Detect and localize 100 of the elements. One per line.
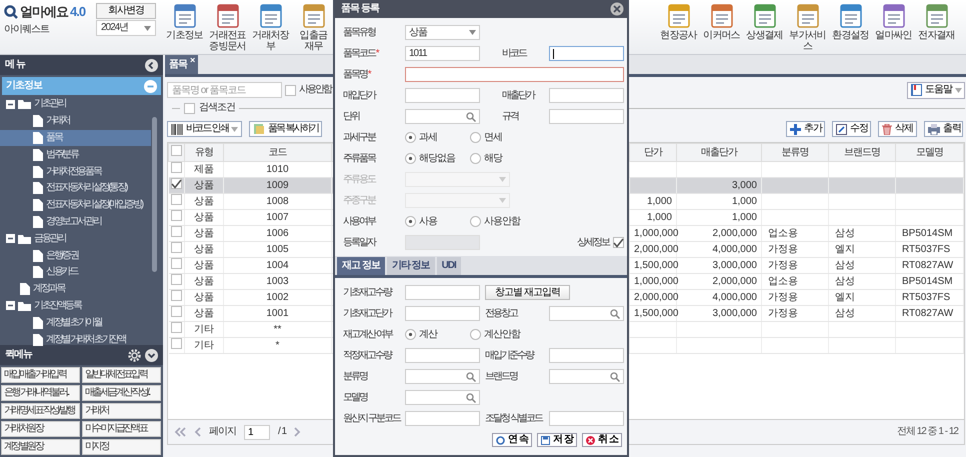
column-header[interactable]: 브랜드명 [828, 144, 896, 162]
radio-option[interactable]: 사용안함 [470, 216, 535, 228]
tab[interactable]: 품목 × [165, 55, 198, 74]
input-field[interactable] [405, 88, 480, 103]
radio-option[interactable]: 해당없음 [405, 152, 470, 164]
input-field[interactable] [405, 306, 480, 321]
toolbar-button[interactable]: 추 가 [786, 121, 825, 137]
tab[interactable]: 재고 정보 [337, 257, 385, 275]
radio-option[interactable]: 면세 [470, 132, 535, 144]
collapse-icon[interactable] [6, 301, 15, 310]
input-field[interactable] [405, 285, 480, 300]
checkbox[interactable] [171, 145, 182, 156]
checkbox[interactable] [170, 226, 182, 237]
checkbox[interactable] [170, 274, 182, 285]
previous-page-icon[interactable] [194, 427, 201, 437]
toolbar-button[interactable]: 상생결제 [743, 0, 786, 54]
radio-option[interactable]: 계산안함 [470, 328, 535, 340]
search-field[interactable] [405, 390, 480, 405]
quick-menu-button[interactable]: 계정별원장 [1, 439, 80, 455]
search-field[interactable] [549, 369, 624, 384]
radio-button[interactable] [405, 216, 416, 227]
tree-item[interactable]: 전표자동처리설정(통장) [0, 180, 163, 197]
radio-option[interactable]: 계산 [405, 328, 470, 340]
page-field[interactable]: 1 [244, 424, 270, 440]
checkbox[interactable] [170, 242, 182, 253]
search-field[interactable]: 품목명 or 품목코드 [167, 82, 282, 98]
quick-menu-button[interactable]: 미수미지급잔액표 [82, 421, 161, 437]
checkbox[interactable] [170, 162, 182, 173]
company-change-button[interactable]: 회사변경 [96, 3, 156, 19]
help-button[interactable]: 도움말 [907, 82, 965, 98]
tab[interactable]: UDI [436, 257, 461, 275]
collapse-sidebar-icon[interactable] [145, 58, 158, 72]
quick-menu-button[interactable]: 미지정 [82, 439, 161, 455]
radio-option[interactable]: 해당 [470, 152, 535, 164]
radio-button[interactable] [470, 329, 481, 340]
toolbar-button[interactable]: 품목 복사하기 [248, 121, 322, 137]
tree-item[interactable]: 계정과목 [0, 280, 163, 298]
search-field[interactable] [405, 369, 480, 384]
radio-button[interactable] [470, 216, 481, 227]
checkbox[interactable] [184, 102, 195, 114]
column-header[interactable]: 코드 [224, 144, 332, 162]
quick-menu-button[interactable]: 매입매출거래입력 [1, 367, 80, 383]
tab[interactable]: 기타 정보 [386, 257, 435, 275]
tree-item[interactable]: 계정별 초기이월 [0, 314, 163, 332]
input-field[interactable] [549, 411, 624, 426]
column-header[interactable]: 모델명 [896, 144, 964, 162]
checkbox[interactable] [170, 210, 182, 221]
radio-button[interactable] [405, 132, 416, 143]
toolbar-button[interactable]: 전자결재 [915, 0, 958, 54]
toolbar-button[interactable]: 바코드 인쇄 [167, 121, 242, 137]
tree-item[interactable]: 품목 [0, 130, 151, 146]
tree-item[interactable]: 거래처 [0, 112, 163, 130]
radio-button[interactable] [405, 153, 416, 164]
input-field[interactable] [549, 348, 624, 363]
radio-option[interactable]: 사용 [405, 216, 470, 228]
tree-item[interactable]: 범주/분류 [0, 146, 163, 164]
next-page-icon[interactable] [294, 427, 302, 437]
tree-item[interactable]: 경영보고서관리 [0, 214, 163, 230]
warehouse-stock-button[interactable]: 창고별 재고입력 [485, 285, 570, 300]
toolbar-button[interactable]: 현장공사 [657, 0, 700, 54]
toolbar-button[interactable]: 기초정보 [163, 0, 206, 54]
collapse-icon[interactable] [6, 100, 15, 109]
search-field[interactable] [549, 306, 624, 321]
tree-item[interactable]: 전표자동처리설정(매입증빙) [0, 196, 163, 214]
input-field[interactable]: 1011 [405, 46, 480, 61]
year-select[interactable]: 2024년 [96, 20, 156, 36]
toolbar-button[interactable]: 거래처장부 [249, 0, 292, 54]
radio-option[interactable]: 과세 [405, 132, 470, 144]
first-page-icon[interactable] [174, 427, 186, 437]
tree-item[interactable]: 신용카드 [0, 264, 163, 281]
checkbox[interactable] [170, 338, 182, 349]
collapse-section-icon[interactable] [144, 80, 157, 92]
tree-item[interactable]: 거래처전용품목 [0, 163, 163, 180]
close-icon[interactable] [610, 2, 624, 16]
quick-menu-button[interactable]: 거래명세표 작성/발행 [1, 403, 80, 419]
checkbox[interactable] [285, 84, 296, 96]
input-field[interactable] [405, 411, 480, 426]
column-header[interactable]: 유형 [184, 144, 224, 162]
radio-button[interactable] [405, 329, 416, 340]
toolbar-button[interactable]: 환경설정 [829, 0, 872, 54]
continue-button[interactable]: 연 속 [492, 433, 532, 447]
checkbox[interactable] [613, 237, 624, 248]
checkbox[interactable] [170, 258, 182, 269]
dropdown[interactable]: 상품 [405, 25, 480, 40]
column-header[interactable]: 단가 [630, 144, 676, 162]
tree-item[interactable]: 기초관리 [0, 96, 163, 113]
quick-menu-button[interactable]: 은행 거래내역 불러... [1, 385, 80, 401]
column-header[interactable]: 매출단가 [676, 144, 762, 162]
quick-menu-button[interactable]: 매출세금계산 작성/... [82, 385, 161, 401]
tree-item[interactable]: 금융관리 [0, 230, 163, 248]
toolbar-button[interactable]: 수 정 [832, 121, 871, 137]
radio-button[interactable] [470, 153, 481, 164]
save-button[interactable]: 저 장 [537, 433, 577, 447]
expand-icon[interactable] [145, 348, 158, 362]
toolbar-button[interactable]: 부가서비스 [786, 0, 829, 54]
toolbar-button[interactable]: 거래전표 증빙문서 [206, 0, 249, 54]
toolbar-button[interactable]: 이커머스 [700, 0, 743, 54]
tree-item[interactable]: 기초잔액등록 [0, 298, 163, 314]
search-field[interactable] [405, 109, 480, 124]
quick-menu-button[interactable]: 일반대체전표입력 [82, 367, 161, 383]
